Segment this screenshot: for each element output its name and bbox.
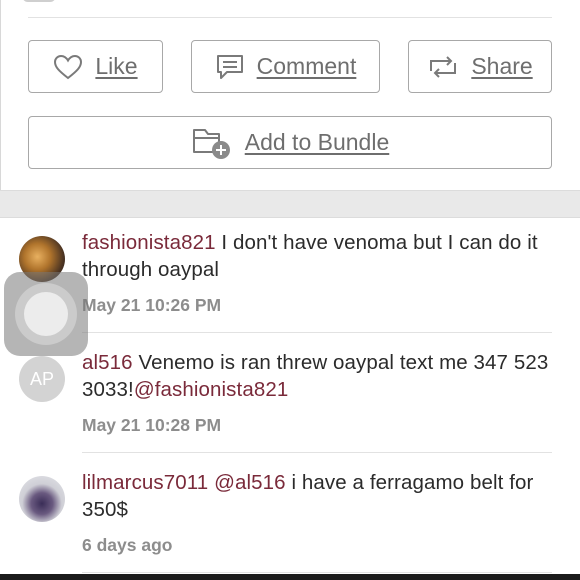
heart-icon (53, 54, 83, 80)
comment-divider (82, 332, 552, 333)
bottom-bar (0, 574, 580, 580)
comment-username[interactable]: lilmarcus7011 (82, 471, 208, 494)
section-divider-band (0, 190, 580, 218)
bundle-label: Add to Bundle (244, 129, 390, 155)
comment-mention[interactable]: @al516 (214, 471, 286, 494)
comment-label: Comment (256, 53, 357, 79)
divider (28, 17, 552, 18)
like-button[interactable]: Like (28, 40, 163, 93)
bundle-icon (191, 126, 233, 160)
share-icon (427, 55, 459, 79)
comment-body: al516 Venemo is ran threw oaypal text me… (82, 349, 550, 403)
assistive-touch-core (24, 292, 68, 336)
comment-button[interactable]: Comment (191, 40, 380, 93)
top-cropped-element (22, 0, 56, 2)
assistive-touch-ring (15, 283, 77, 345)
comment-body: lilmarcus7011 @al516 i have a ferragamo … (82, 469, 550, 523)
avatar-initials: AP (29, 368, 54, 389)
avatar[interactable] (19, 476, 65, 522)
comment-body: fashionista821 I don't have venoma but I… (82, 229, 550, 283)
comment-timestamp: 6 days ago (82, 535, 173, 555)
comment-icon (215, 53, 245, 81)
avatar[interactable]: AP (19, 356, 65, 402)
comment-timestamp: May 21 10:28 PM (82, 415, 222, 435)
comment-username[interactable]: fashionista821 (82, 231, 216, 254)
comment-divider (82, 452, 552, 453)
comment-divider (82, 572, 552, 573)
share-label: Share (471, 53, 533, 79)
comment-timestamp: May 21 10:26 PM (82, 295, 222, 315)
assistive-touch-button[interactable] (4, 272, 88, 356)
like-label: Like (95, 53, 138, 79)
comment-username[interactable]: al516 (82, 351, 133, 374)
add-to-bundle-button[interactable]: Add to Bundle (28, 116, 552, 169)
share-button[interactable]: Share (408, 40, 552, 93)
left-border (0, 0, 1, 200)
comment-mention[interactable]: @fashionista821 (134, 378, 289, 401)
